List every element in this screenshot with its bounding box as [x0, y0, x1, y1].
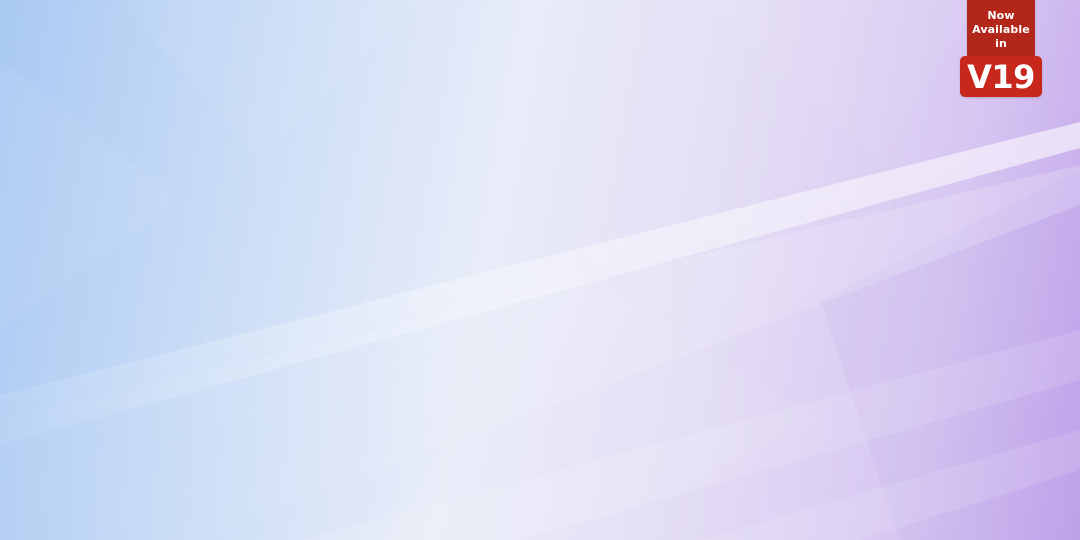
- badge-text-in: in: [995, 37, 1007, 50]
- background-light-beams: [0, 0, 1080, 540]
- badge-version-box: V19: [960, 56, 1042, 97]
- banner-background: Now Available in V19: [0, 0, 1080, 540]
- badge-ribbon: Now Available in: [967, 0, 1035, 58]
- version-badge: Now Available in V19: [960, 0, 1042, 97]
- badge-version-label: V19: [967, 57, 1035, 96]
- badge-text-now: Now: [987, 9, 1015, 22]
- badge-text-available: Available: [972, 23, 1030, 36]
